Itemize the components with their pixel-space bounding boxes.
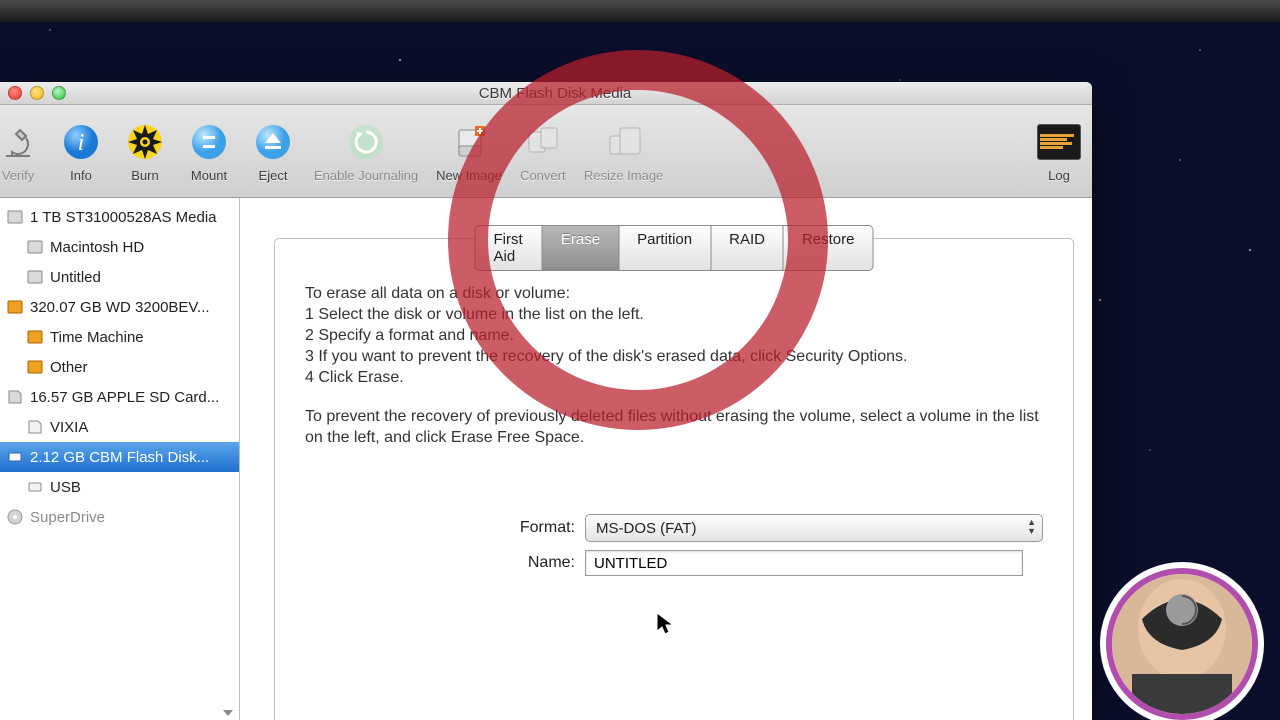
disk-sidebar[interactable]: 1 TB ST31000528AS Media Macintosh HD Unt… xyxy=(0,198,240,720)
menubar xyxy=(0,0,1280,22)
log-button[interactable]: Log xyxy=(1036,120,1082,183)
hdd-icon xyxy=(6,208,24,226)
convert-button[interactable]: Convert xyxy=(520,120,566,183)
toolbar-label: Convert xyxy=(520,168,566,183)
close-button[interactable] xyxy=(8,86,22,100)
disk-utility-window: CBM Flash Disk Media Verify i Info Burn … xyxy=(0,82,1092,720)
enable-journaling-button[interactable]: Enable Journaling xyxy=(314,120,418,183)
toolbar-label: Eject xyxy=(259,168,288,183)
sd-card-icon xyxy=(6,388,24,406)
instructions-step: 2 Specify a format and name. xyxy=(305,327,514,344)
format-label: Format: xyxy=(305,519,585,537)
name-input[interactable] xyxy=(585,550,1023,576)
eject-icon xyxy=(251,120,295,164)
sidebar-disk[interactable]: 320.07 GB WD 3200BEV... xyxy=(0,292,239,322)
format-select[interactable]: MS-DOS (FAT) ▲▼ xyxy=(585,514,1043,542)
instructions-text: To erase all data on a disk or volume: 1… xyxy=(305,283,1043,448)
sidebar-item-label: 320.07 GB WD 3200BEV... xyxy=(30,299,210,316)
sidebar-item-label: Time Machine xyxy=(50,329,144,346)
sidebar-item-label: USB xyxy=(50,479,81,496)
instructions-prevent: To prevent the recovery of previously de… xyxy=(305,406,1043,448)
verify-button[interactable]: Verify xyxy=(0,120,40,183)
hdd-icon xyxy=(26,268,44,286)
titlebar[interactable]: CBM Flash Disk Media xyxy=(0,82,1092,105)
tab-erase[interactable]: Erase xyxy=(543,226,619,270)
burn-icon xyxy=(123,120,167,164)
tab-first-aid[interactable]: First Aid xyxy=(476,226,543,270)
external-hdd-icon xyxy=(26,328,44,346)
toolbar-label: Burn xyxy=(131,168,158,183)
toolbar-label: Log xyxy=(1048,168,1070,183)
erase-panel: First Aid Erase Partition RAID Restore T… xyxy=(274,238,1074,720)
microscope-icon xyxy=(0,120,40,164)
eject-button[interactable]: Eject xyxy=(250,120,296,183)
sidebar-item-label: Macintosh HD xyxy=(50,239,144,256)
convert-icon xyxy=(521,120,565,164)
toolbar-label: Verify xyxy=(2,168,35,183)
hdd-icon xyxy=(26,238,44,256)
sidebar-volume[interactable]: Untitled xyxy=(0,262,239,292)
info-button[interactable]: i Info xyxy=(58,120,104,183)
mount-button[interactable]: Mount xyxy=(186,120,232,183)
sidebar-item-label: SuperDrive xyxy=(30,509,105,526)
tab-raid[interactable]: RAID xyxy=(711,226,784,270)
instructions-step: 1 Select the disk or volume in the list … xyxy=(305,306,644,323)
sidebar-disk[interactable]: 1 TB ST31000528AS Media xyxy=(0,202,239,232)
minimize-button[interactable] xyxy=(30,86,44,100)
content-area: First Aid Erase Partition RAID Restore T… xyxy=(240,198,1092,720)
sidebar-disk-selected[interactable]: 2.12 GB CBM Flash Disk... xyxy=(0,442,239,472)
toolbar: Verify i Info Burn Mount Eject xyxy=(0,105,1092,198)
external-hdd-icon xyxy=(6,298,24,316)
burn-button[interactable]: Burn xyxy=(122,120,168,183)
svg-text:i: i xyxy=(78,130,85,156)
window-title: CBM Flash Disk Media xyxy=(66,85,1044,102)
traffic-lights xyxy=(8,86,66,100)
sidebar-volume[interactable]: Other xyxy=(0,352,239,382)
format-row: Format: MS-DOS (FAT) ▲▼ xyxy=(305,514,1043,542)
sidebar-volume[interactable]: Macintosh HD xyxy=(0,232,239,262)
instructions-heading: To erase all data on a disk or volume: xyxy=(305,285,570,302)
new-image-button[interactable]: New Image xyxy=(436,120,502,183)
resize-image-button[interactable]: Resize Image xyxy=(584,120,663,183)
info-icon: i xyxy=(59,120,103,164)
format-value: MS-DOS (FAT) xyxy=(596,520,697,537)
name-row: Name: xyxy=(305,550,1043,576)
sidebar-item-label: 16.57 GB APPLE SD Card... xyxy=(30,389,219,406)
sidebar-volume[interactable]: VIXIA xyxy=(0,412,239,442)
video-overlay-avatar xyxy=(1106,568,1258,720)
sidebar-item-label: Other xyxy=(50,359,88,376)
sidebar-volume[interactable]: USB xyxy=(0,472,239,502)
toolbar-label: Info xyxy=(70,168,92,183)
sidebar-resize-handle[interactable] xyxy=(223,710,233,716)
toolbar-label: New Image xyxy=(436,168,502,183)
mount-icon xyxy=(187,120,231,164)
sd-card-icon xyxy=(26,418,44,436)
sidebar-volume[interactable]: Time Machine xyxy=(0,322,239,352)
toolbar-label: Resize Image xyxy=(584,168,663,183)
select-arrows-icon: ▲▼ xyxy=(1027,518,1036,536)
sidebar-item-label: Untitled xyxy=(50,269,101,286)
sidebar-superdrive[interactable]: SuperDrive xyxy=(0,502,239,532)
sidebar-disk[interactable]: 16.57 GB APPLE SD Card... xyxy=(0,382,239,412)
external-hdd-icon xyxy=(26,358,44,376)
tab-partition[interactable]: Partition xyxy=(619,226,711,270)
toolbar-label: Enable Journaling xyxy=(314,168,418,183)
tab-bar: First Aid Erase Partition RAID Restore xyxy=(475,225,874,271)
log-icon xyxy=(1037,120,1081,164)
sidebar-item-label: 1 TB ST31000528AS Media xyxy=(30,209,217,226)
usb-drive-icon xyxy=(6,448,24,466)
journaling-icon xyxy=(344,120,388,164)
optical-drive-icon xyxy=(6,508,24,526)
zoom-button[interactable] xyxy=(52,86,66,100)
instructions-step: 3 If you want to prevent the recovery of… xyxy=(305,348,907,365)
toolbar-label: Mount xyxy=(191,168,227,183)
usb-drive-icon xyxy=(26,478,44,496)
sidebar-item-label: 2.12 GB CBM Flash Disk... xyxy=(30,449,209,466)
name-label: Name: xyxy=(305,554,585,572)
resize-icon xyxy=(602,120,646,164)
instructions-step: 4 Click Erase. xyxy=(305,369,404,386)
tab-restore[interactable]: Restore xyxy=(784,226,873,270)
sidebar-item-label: VIXIA xyxy=(50,419,88,436)
new-image-icon xyxy=(447,120,491,164)
